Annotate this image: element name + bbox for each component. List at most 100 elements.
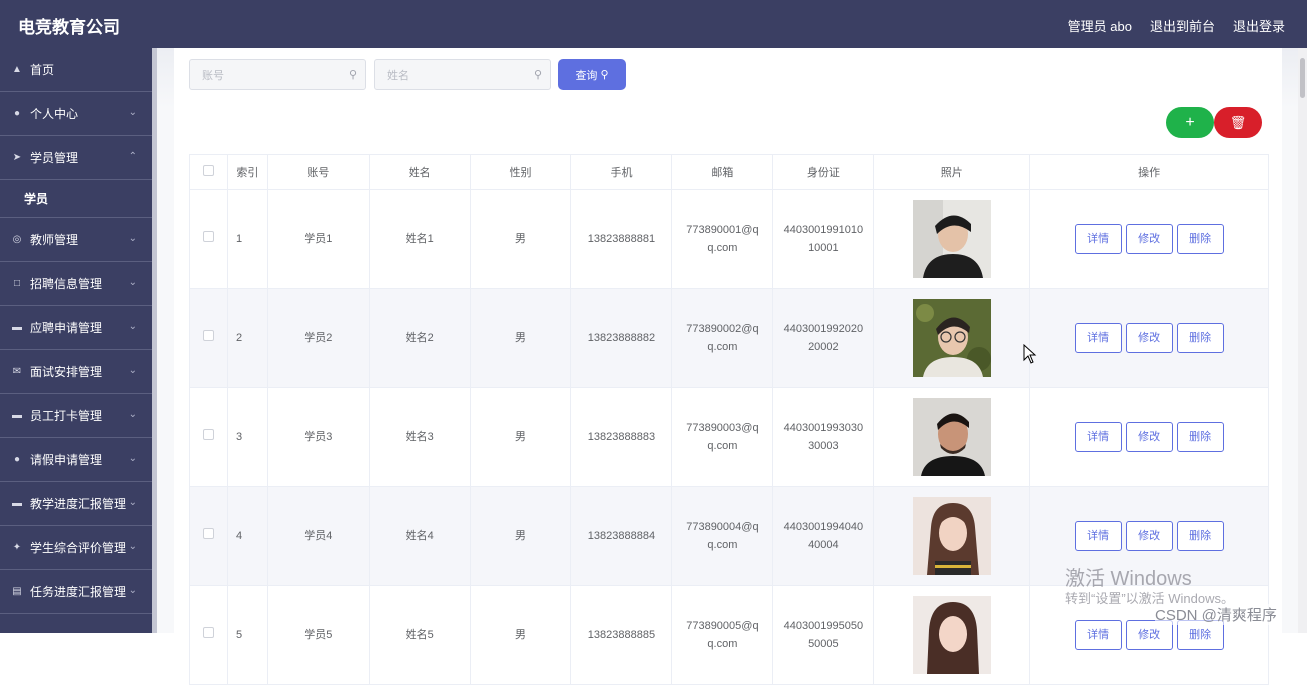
- delete-button[interactable]: 删除: [1176, 521, 1224, 551]
- edit-button[interactable]: 修改: [1125, 323, 1173, 353]
- column-header[interactable]: 邮箱: [671, 154, 774, 190]
- row-checkbox-cell[interactable]: [189, 387, 228, 487]
- brand-title: 电竞教育公司: [18, 18, 120, 37]
- id-card-cell: 4403001991010 10001: [772, 189, 875, 289]
- admin-user-label[interactable]: 管理员 abo: [1068, 16, 1132, 35]
- sidebar-item-profile[interactable]: ● 个人中心 ⌄: [0, 92, 153, 136]
- query-button[interactable]: 查询 ⚲: [558, 59, 626, 90]
- table-row: 1 学员1 姓名1 男 13823888881 773890001@q q.com…: [189, 189, 1269, 289]
- chevron-down-icon: ⌄: [128, 453, 137, 464]
- sidebar-item-label: 员工打卡管理: [30, 409, 103, 423]
- id-card-cell: 4403001995050 50005: [772, 585, 875, 685]
- actions-cell: 详情 修改 删除: [1029, 387, 1269, 487]
- sidebar-item-teaching-progress[interactable]: ▬ 教学进度汇报管理 ⌄: [0, 482, 153, 526]
- sidebar-item-label: 教师管理: [30, 233, 79, 247]
- detail-button[interactable]: 详情: [1074, 224, 1122, 254]
- scrollbar-thumb[interactable]: [1300, 58, 1305, 98]
- globe-icon: ◎: [12, 234, 22, 245]
- id-line: 20002: [808, 341, 839, 353]
- select-all-checkbox-cell[interactable]: [189, 154, 228, 190]
- front-page-link[interactable]: 退出到前台: [1150, 16, 1215, 35]
- delete-button[interactable]: 删除: [1176, 422, 1224, 452]
- row-checkbox-cell[interactable]: [189, 486, 228, 586]
- table-header-row: 索引 账号 姓名 性别 手机 邮箱 身份证 照片 操作: [189, 154, 1269, 190]
- delete-button[interactable]: 删除: [1176, 323, 1224, 353]
- row-checkbox[interactable]: [202, 330, 214, 341]
- index-cell: 4: [226, 486, 268, 586]
- column-header[interactable]: 性别: [469, 154, 572, 190]
- detail-button[interactable]: 详情: [1074, 521, 1122, 551]
- sidebar-item-recruitment[interactable]: □ 招聘信息管理 ⌄: [0, 262, 153, 306]
- id-line: 4403001992020: [783, 323, 864, 335]
- sidebar-item-interviews[interactable]: ✉ 面试安排管理 ⌄: [0, 350, 153, 394]
- edit-button[interactable]: 修改: [1125, 224, 1173, 254]
- delete-button[interactable]: 删除: [1176, 224, 1224, 254]
- index-cell: 2: [226, 288, 268, 388]
- sidebar-item-teachers[interactable]: ◎ 教师管理 ⌄: [0, 218, 153, 262]
- edit-button[interactable]: 修改: [1125, 521, 1173, 551]
- detail-button[interactable]: 详情: [1074, 422, 1122, 452]
- row-checkbox-cell[interactable]: [189, 288, 228, 388]
- account-cell: 学员1: [266, 189, 370, 289]
- sidebar-item-home[interactable]: ▲ 首页: [0, 48, 153, 92]
- row-checkbox[interactable]: [202, 231, 214, 242]
- name-search-input[interactable]: 姓名 ⚲: [374, 59, 551, 90]
- phone-cell: 13823888885: [570, 585, 673, 685]
- phone-cell: 13823888882: [570, 288, 673, 388]
- account-cell: 学员4: [266, 486, 370, 586]
- detail-button[interactable]: 详情: [1074, 620, 1122, 650]
- gender-cell: 男: [469, 486, 572, 586]
- account-search-input[interactable]: 账号 ⚲: [189, 59, 366, 90]
- photo-cell: [873, 585, 1031, 685]
- column-header[interactable]: 手机: [570, 154, 673, 190]
- sidebar-item-label: 应聘申请管理: [30, 321, 103, 335]
- sidebar-item-applications[interactable]: ▬ 应聘申请管理 ⌄: [0, 306, 153, 350]
- email-line: 773890003@q: [686, 422, 759, 434]
- mail-icon: ✉: [12, 366, 22, 377]
- phone-cell: 13823888881: [570, 189, 673, 289]
- actions-cell: 详情 修改 删除: [1029, 189, 1269, 289]
- chevron-down-icon: ⌄: [128, 321, 137, 332]
- sidebar-item-students[interactable]: ➤ 学员管理 ⌃: [0, 136, 153, 180]
- sidebar-item-label: 学员管理: [30, 151, 79, 165]
- column-header[interactable]: 账号: [266, 154, 370, 190]
- column-header[interactable]: 照片: [873, 154, 1031, 190]
- chevron-down-icon: ⌄: [128, 107, 137, 118]
- email-cell: 773890003@q q.com: [671, 387, 774, 487]
- search-icon: ⚲: [533, 69, 542, 81]
- email-cell: 773890001@q q.com: [671, 189, 774, 289]
- sidebar-item-evaluation[interactable]: ✦ 学生综合评价管理 ⌄: [0, 526, 153, 570]
- sidebar-item-leave[interactable]: ● 请假申请管理 ⌄: [0, 438, 153, 482]
- sidebar: ▲ 首页 ● 个人中心 ⌄ ➤ 学员管理 ⌃ 学员 ◎ 教师管理 ⌄ □ 招聘信息管理 ⌄ ▬ 应聘…: [0, 48, 153, 633]
- sidebar-item-label: 教学进度汇报管理: [30, 497, 127, 511]
- email-line: 773890002@q: [686, 323, 759, 335]
- send-icon: ➤: [12, 152, 22, 163]
- edit-button[interactable]: 修改: [1125, 422, 1173, 452]
- row-checkbox-cell[interactable]: [189, 585, 228, 685]
- row-checkbox[interactable]: [202, 528, 214, 539]
- column-header[interactable]: 身份证: [772, 154, 875, 190]
- page-scrollbar[interactable]: [1298, 48, 1307, 633]
- student-photo: [912, 398, 991, 476]
- column-header[interactable]: 索引: [226, 154, 268, 190]
- sidebar-item-attendance[interactable]: ▬ 员工打卡管理 ⌄: [0, 394, 153, 438]
- top-bar: 电竞教育公司 管理员 abo 退出到前台 退出登录: [0, 0, 1307, 48]
- id-line: 30003: [808, 440, 839, 452]
- sidebar-subitem-student[interactable]: 学员: [0, 180, 153, 218]
- student-photo: [912, 299, 991, 377]
- add-button[interactable]: +: [1166, 107, 1214, 138]
- row-checkbox[interactable]: [202, 429, 214, 440]
- batch-delete-button[interactable]: 🗑: [1214, 107, 1262, 138]
- sidebar-item-label: 任务进度汇报管理: [30, 585, 127, 599]
- row-checkbox-cell[interactable]: [189, 189, 228, 289]
- detail-button[interactable]: 详情: [1074, 323, 1122, 353]
- logout-link[interactable]: 退出登录: [1233, 16, 1285, 35]
- photo-cell: [873, 387, 1031, 487]
- content-panel: 账号 ⚲ 姓名 ⚲ 查询 ⚲ + 🗑 索引 账号 姓名 性别 手机 邮箱 身份证…: [174, 48, 1282, 685]
- select-all-checkbox[interactable]: [202, 165, 214, 176]
- name-cell: 姓名3: [368, 387, 471, 487]
- sidebar-item-task-progress[interactable]: ▤ 任务进度汇报管理 ⌄: [0, 570, 153, 614]
- column-header[interactable]: 操作: [1029, 154, 1269, 190]
- column-header[interactable]: 姓名: [368, 154, 471, 190]
- chevron-down-icon: ⌄: [128, 365, 137, 376]
